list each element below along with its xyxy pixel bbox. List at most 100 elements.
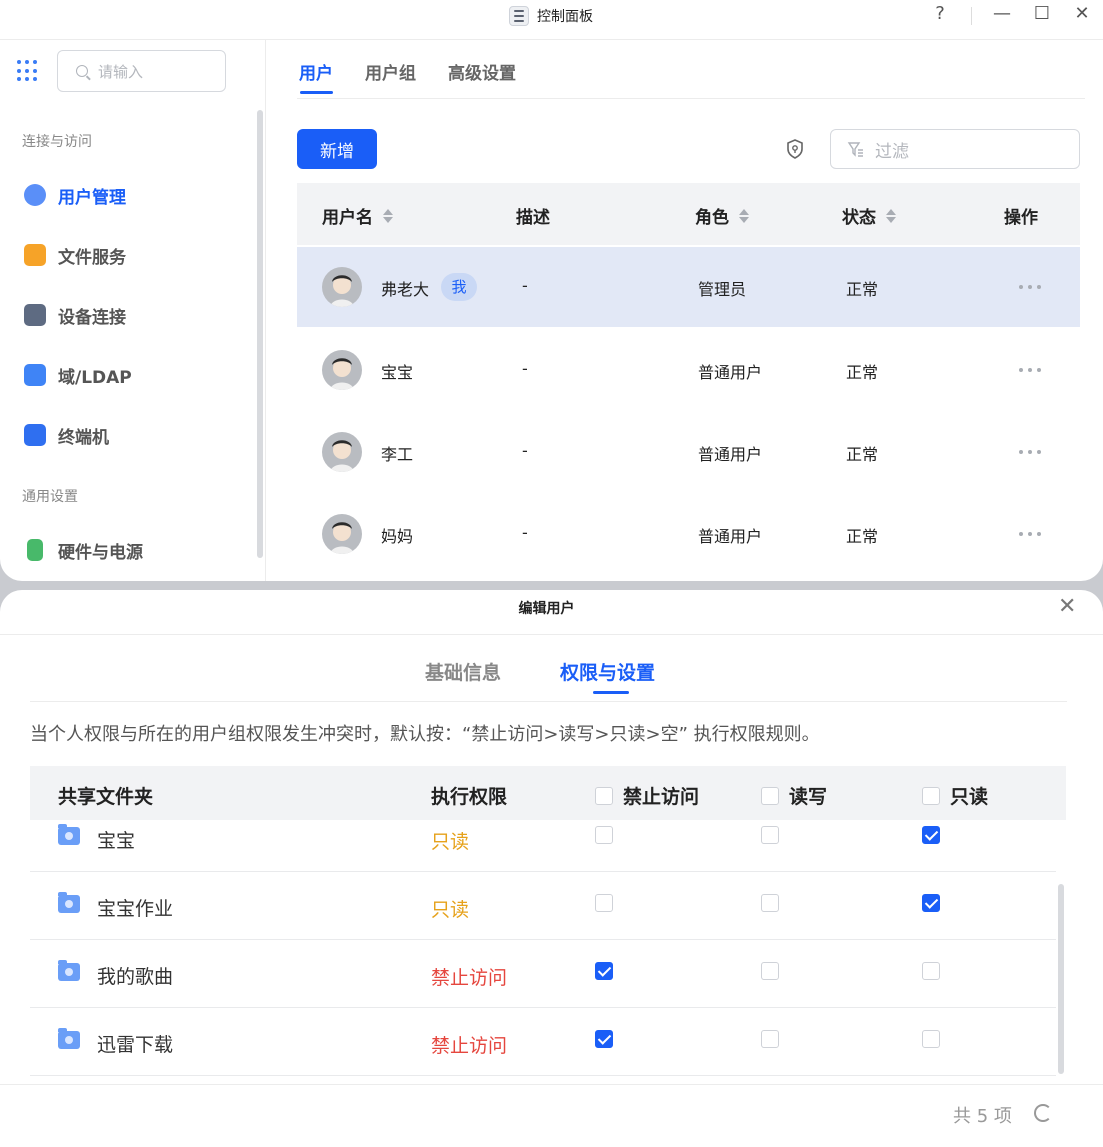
battery-icon xyxy=(27,539,43,561)
control-panel-icon xyxy=(509,6,529,26)
permission-row: 宝宝 只读 xyxy=(30,804,1056,872)
sidebar-item-user-management[interactable]: 用户管理 xyxy=(24,182,126,208)
help-button[interactable]: ? xyxy=(928,3,952,24)
role: 普通用户 xyxy=(698,527,763,546)
deny-checkbox[interactable] xyxy=(595,962,613,980)
active-tab-indicator xyxy=(300,91,333,94)
description: - xyxy=(522,441,528,460)
read-write-checkbox[interactable] xyxy=(761,962,779,980)
sidebar-search-input[interactable]: 请输入 xyxy=(57,50,226,92)
table-row[interactable]: 宝宝 - 普通用户 正常 xyxy=(297,330,1080,410)
filter-icon xyxy=(847,142,863,157)
sort-icon[interactable] xyxy=(886,208,896,223)
column-header-status[interactable]: 状态 xyxy=(842,203,896,228)
status: 正常 xyxy=(846,280,879,299)
sort-icon[interactable] xyxy=(383,208,393,223)
read-write-checkbox[interactable] xyxy=(761,894,779,912)
effective-permission: 禁止访问 xyxy=(431,1035,508,1057)
effective-permission: 只读 xyxy=(431,899,470,921)
column-header-actions: 操作 xyxy=(1004,208,1038,228)
role: 普通用户 xyxy=(698,445,763,464)
folder-name: 我的歌曲 xyxy=(97,966,174,988)
tab-basic-info[interactable]: 基础信息 xyxy=(425,658,501,685)
column-header-description: 描述 xyxy=(516,208,550,228)
apps-grid-icon[interactable] xyxy=(17,60,39,82)
add-user-button[interactable]: 新增 xyxy=(297,129,377,169)
status: 正常 xyxy=(846,527,879,546)
sidebar-item-terminal[interactable]: 终端机 xyxy=(24,422,109,448)
shared-folder-icon xyxy=(58,824,80,845)
table-row[interactable]: 妈妈 - 普通用户 正常 xyxy=(297,494,1080,574)
sidebar-item-hardware-power[interactable]: 硬件与电源 xyxy=(24,537,143,563)
read-only-checkbox[interactable] xyxy=(922,894,940,912)
sidebar: 请输入 连接与访问 用户管理 文件服务 设备连接 域/LDAP 终端机 通用设置… xyxy=(0,40,266,581)
search-icon xyxy=(76,65,88,77)
more-actions-icon[interactable] xyxy=(1019,450,1041,454)
filter-input[interactable]: 过滤 xyxy=(830,129,1080,169)
user-tabs: 用户 用户组 高级设置 xyxy=(297,56,1085,99)
sidebar-scrollbar[interactable] xyxy=(257,110,263,558)
sidebar-item-ldap[interactable]: 域/LDAP xyxy=(24,362,132,388)
search-placeholder: 请输入 xyxy=(98,62,144,81)
sidebar-item-label: 设备连接 xyxy=(58,307,126,328)
read-write-checkbox[interactable] xyxy=(761,826,779,844)
shield-icon[interactable] xyxy=(784,138,806,160)
tab-advanced-settings[interactable]: 高级设置 xyxy=(448,59,516,84)
active-tab-indicator xyxy=(593,691,629,694)
column-header-role[interactable]: 角色 xyxy=(695,203,749,228)
read-only-checkbox[interactable] xyxy=(922,962,940,980)
current-user-badge: 我 xyxy=(441,273,477,301)
tab-permissions[interactable]: 权限与设置 xyxy=(560,658,655,685)
sidebar-item-label: 文件服务 xyxy=(58,247,126,268)
more-actions-icon[interactable] xyxy=(1019,368,1041,372)
deny-checkbox[interactable] xyxy=(595,1030,613,1048)
status: 正常 xyxy=(846,363,879,382)
select-all-deny-checkbox[interactable] xyxy=(595,786,613,805)
divider xyxy=(0,634,1103,635)
deny-checkbox[interactable] xyxy=(595,894,613,912)
column-header-username[interactable]: 用户名 xyxy=(322,203,393,228)
table-row[interactable]: 弗老大 我 - 管理员 正常 xyxy=(297,247,1080,327)
table-row[interactable]: 李工 - 普通用户 正常 xyxy=(297,412,1080,492)
title-divider xyxy=(971,7,972,25)
avatar xyxy=(322,514,362,554)
device-icon xyxy=(24,304,46,326)
minimize-button[interactable]: — xyxy=(990,3,1014,24)
divider xyxy=(30,701,1067,702)
description: - xyxy=(522,523,528,542)
folder-name: 宝宝作业 xyxy=(97,898,174,920)
maximize-button[interactable]: ☐ xyxy=(1030,3,1054,24)
sidebar-item-file-service[interactable]: 文件服务 xyxy=(24,242,126,268)
column-label: 状态 xyxy=(842,208,876,228)
avatar xyxy=(322,267,362,307)
refresh-icon[interactable] xyxy=(1034,1104,1052,1122)
select-all-rw-checkbox[interactable] xyxy=(761,786,779,805)
tab-users[interactable]: 用户 xyxy=(299,59,333,84)
select-all-ro-checkbox[interactable] xyxy=(922,786,940,805)
sidebar-item-device-connect[interactable]: 设备连接 xyxy=(24,302,126,328)
avatar xyxy=(322,432,362,472)
read-write-checkbox[interactable] xyxy=(761,1030,779,1048)
deny-checkbox[interactable] xyxy=(595,826,613,844)
read-only-checkbox[interactable] xyxy=(922,1030,940,1048)
username: 妈妈 xyxy=(381,527,414,546)
more-actions-icon[interactable] xyxy=(1019,532,1041,536)
dialog-close-icon[interactable]: ✕ xyxy=(1058,594,1076,619)
title-bar: 控制面板 ? — ☐ ✕ xyxy=(0,0,1103,40)
close-button[interactable]: ✕ xyxy=(1070,3,1094,24)
effective-permission: 禁止访问 xyxy=(431,967,508,989)
divider xyxy=(0,1084,1103,1085)
avatar xyxy=(322,350,362,390)
shared-folder-icon xyxy=(58,1028,80,1049)
dialog-scrollbar[interactable] xyxy=(1058,884,1064,1074)
sort-icon[interactable] xyxy=(739,208,749,223)
username: 弗老大 xyxy=(381,280,430,299)
username: 宝宝 xyxy=(381,363,414,382)
more-actions-icon[interactable] xyxy=(1019,285,1041,289)
sidebar-group-general: 通用设置 xyxy=(22,489,78,505)
read-only-checkbox[interactable] xyxy=(922,826,940,844)
total-count: 共 5 项 xyxy=(953,1106,1012,1127)
sidebar-group-connect: 连接与访问 xyxy=(22,134,92,150)
tab-user-groups[interactable]: 用户组 xyxy=(365,59,416,84)
role: 管理员 xyxy=(698,280,747,299)
